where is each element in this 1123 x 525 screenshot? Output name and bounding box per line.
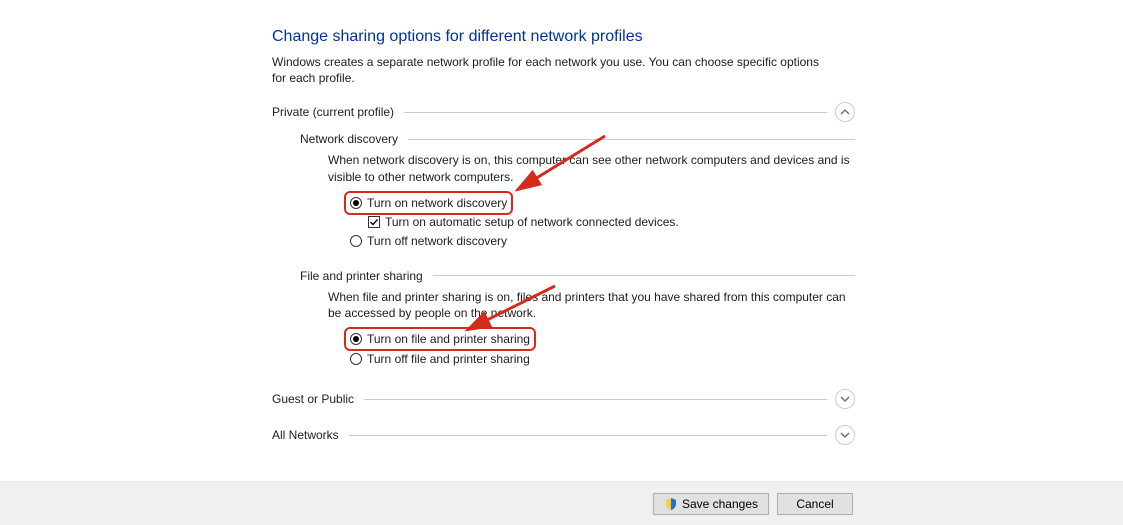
file-printer-heading: File and printer sharing: [300, 269, 433, 283]
cancel-button[interactable]: Cancel: [777, 493, 853, 515]
save-button-label: Save changes: [682, 497, 758, 511]
radio-network-discovery-on[interactable]: Turn on network discovery: [346, 193, 511, 213]
content-area: Change sharing options for different net…: [0, 0, 855, 445]
profile-all-networks-header[interactable]: All Networks: [272, 425, 855, 445]
radio-file-printer-on[interactable]: Turn on file and printer sharing: [346, 329, 534, 349]
chevron-up-icon[interactable]: [835, 102, 855, 122]
radio-label: Turn on file and printer sharing: [367, 330, 530, 348]
button-bar: Save changes Cancel: [0, 481, 1123, 525]
profile-guest-label: Guest or Public: [272, 392, 364, 406]
divider: [404, 112, 827, 113]
divider: [349, 435, 827, 436]
profile-private-header[interactable]: Private (current profile): [272, 102, 855, 122]
radio-label: Turn off file and printer sharing: [367, 350, 530, 368]
radio-icon: [350, 197, 362, 209]
page-description: Windows creates a separate network profi…: [272, 54, 832, 86]
file-printer-body: When file and printer sharing is on, fil…: [328, 289, 855, 321]
divider: [433, 275, 855, 276]
network-discovery-heading: Network discovery: [300, 132, 408, 146]
chevron-down-icon[interactable]: [835, 389, 855, 409]
radio-icon: [350, 333, 362, 345]
shield-icon: [664, 497, 678, 511]
profile-guest-header[interactable]: Guest or Public: [272, 389, 855, 409]
radio-network-discovery-off[interactable]: Turn off network discovery: [346, 231, 511, 251]
chevron-down-icon[interactable]: [835, 425, 855, 445]
checkbox-auto-setup[interactable]: Turn on automatic setup of network conne…: [364, 213, 855, 231]
radio-icon: [350, 353, 362, 365]
cancel-button-label: Cancel: [796, 497, 833, 511]
radio-label: Turn on network discovery: [367, 194, 507, 212]
profile-private-label: Private (current profile): [272, 105, 404, 119]
radio-icon: [350, 235, 362, 247]
save-button[interactable]: Save changes: [653, 493, 769, 515]
radio-label: Turn off network discovery: [367, 232, 507, 250]
checkbox-label: Turn on automatic setup of network conne…: [385, 213, 679, 231]
divider: [364, 399, 827, 400]
checkbox-icon: [368, 216, 380, 228]
file-printer-section: File and printer sharing When file and p…: [300, 269, 855, 369]
radio-file-printer-off[interactable]: Turn off file and printer sharing: [346, 349, 534, 369]
network-discovery-body: When network discovery is on, this compu…: [328, 152, 855, 184]
profile-all-networks-label: All Networks: [272, 428, 349, 442]
network-discovery-section: Network discovery When network discovery…: [300, 132, 855, 250]
page-title: Change sharing options for different net…: [272, 28, 855, 46]
divider: [408, 139, 855, 140]
